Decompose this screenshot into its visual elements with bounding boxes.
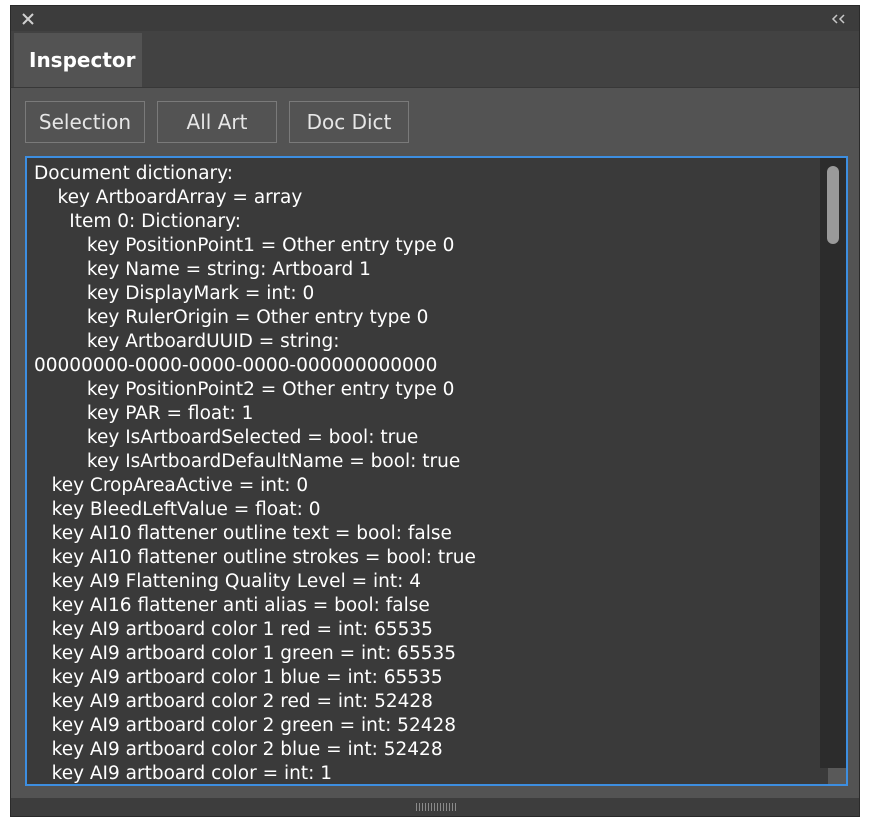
output-line: key AI9 artboard color 2 red = int: 5242… <box>34 691 433 712</box>
output-line: key AI10 flattener outline strokes = boo… <box>34 547 476 568</box>
output-line: key AI9 artboard color = int: 1 <box>34 763 332 784</box>
output-line: key PositionPoint2 = Other entry type 0 <box>34 379 455 400</box>
panel-bottom-strip <box>11 798 859 816</box>
panel-titlebar <box>11 6 859 31</box>
output-line: key PositionPoint1 = Other entry type 0 <box>34 235 455 256</box>
resize-grip-icon[interactable] <box>416 803 456 811</box>
output-line: Item 0: Dictionary: <box>34 211 241 232</box>
output-line: Document dictionary: <box>34 163 233 184</box>
output-line: key IsArtboardSelected = bool: true <box>34 427 419 448</box>
output-line: key AI9 artboard color 1 green = int: 65… <box>34 643 457 664</box>
output-line: key Name = string: Artboard 1 <box>34 259 371 280</box>
output-line: key AI10 flattener outline text = bool: … <box>34 523 452 544</box>
double-chevron-left-icon[interactable] <box>829 12 847 26</box>
selection-button[interactable]: Selection <box>25 101 145 143</box>
scrollbar-thumb[interactable] <box>827 166 839 244</box>
output-line: key ArtboardUUID = string: <box>34 331 340 352</box>
resize-corner <box>828 768 846 784</box>
output-line: key AI9 artboard color 1 blue = int: 655… <box>34 667 443 688</box>
output-line: key PAR = float: 1 <box>34 403 254 424</box>
output-line: key ArtboardArray = array <box>34 187 303 208</box>
output-line: key AI16 flattener anti alias = bool: fa… <box>34 595 430 616</box>
tab-inspector[interactable]: Inspector <box>14 33 142 87</box>
output-lines: Document dictionary: key ArtboardArray =… <box>34 162 814 784</box>
output-line: key AI9 artboard color 1 red = int: 6553… <box>34 619 433 640</box>
output-line: key CropAreaActive = int: 0 <box>34 475 309 496</box>
output-line: key RulerOrigin = Other entry type 0 <box>34 307 429 328</box>
output-line: key BleedLeftValue = float: 0 <box>34 499 321 520</box>
output-line: 00000000-0000-0000-0000-000000000000 <box>34 355 438 376</box>
close-icon[interactable] <box>20 11 36 27</box>
output-line: key IsArtboardDefaultName = bool: true <box>34 451 461 472</box>
doc-dict-button[interactable]: Doc Dict <box>289 101 409 143</box>
output-text-area[interactable]: Document dictionary: key ArtboardArray =… <box>25 156 848 786</box>
output-line: key AI9 artboard color 2 blue = int: 524… <box>34 739 443 760</box>
all-art-button[interactable]: All Art <box>157 101 277 143</box>
output-line: key AI9 Flattening Quality Level = int: … <box>34 571 421 592</box>
vertical-scrollbar[interactable] <box>820 158 846 768</box>
output-line: key DisplayMark = int: 0 <box>34 283 315 304</box>
inspector-panel: Inspector Selection All Art Doc Dict Doc… <box>10 5 860 817</box>
output-line: key AI9 artboard color 2 green = int: 52… <box>34 715 457 736</box>
tab-strip: Inspector <box>11 31 859 88</box>
